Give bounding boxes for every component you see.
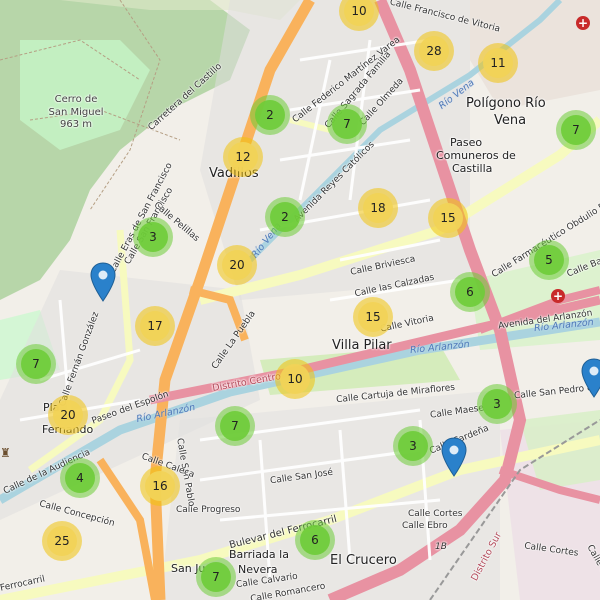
cluster-count: 5	[534, 245, 564, 275]
cluster-count: 2	[270, 202, 300, 232]
peak-elevation: 963 m	[59, 119, 92, 130]
marker-cluster[interactable]: 25	[42, 521, 82, 561]
location-pin[interactable]	[581, 358, 600, 398]
place-label: El Crucero	[330, 553, 397, 568]
cluster-count: 20	[53, 400, 83, 430]
cluster-count: 18	[363, 193, 393, 223]
cluster-count: 3	[482, 389, 512, 419]
marker-cluster[interactable]: 6	[450, 272, 490, 312]
place-label: Villa Pilar	[332, 338, 392, 353]
marker-cluster[interactable]: 18	[358, 188, 398, 228]
marker-cluster[interactable]: 7	[215, 406, 255, 446]
marker-cluster[interactable]: 10	[275, 359, 315, 399]
marker-cluster[interactable]: 7	[556, 110, 596, 150]
marker-cluster[interactable]: 2	[250, 95, 290, 135]
cluster-count: 11	[483, 48, 513, 78]
street-label: Calle Ebro	[402, 521, 448, 531]
marker-cluster[interactable]: 16	[140, 466, 180, 506]
marker-cluster[interactable]: 6	[295, 520, 335, 560]
cluster-count: 17	[140, 311, 170, 341]
marker-cluster[interactable]: 28	[414, 31, 454, 71]
cluster-count: 20	[222, 250, 252, 280]
place-label: Paseo	[450, 136, 483, 149]
road-shield: 1B	[435, 542, 447, 552]
marker-cluster[interactable]: 7	[327, 104, 367, 144]
marker-cluster[interactable]: 15	[353, 297, 393, 337]
cluster-count: 7	[561, 115, 591, 145]
cluster-count: 10	[280, 364, 310, 394]
cluster-count: 16	[145, 471, 175, 501]
cluster-count: 15	[358, 302, 388, 332]
cluster-count: 7	[220, 411, 250, 441]
marker-cluster[interactable]: 7	[196, 557, 236, 597]
cluster-count: 7	[21, 349, 51, 379]
marker-cluster[interactable]: 17	[135, 306, 175, 346]
cluster-count: 12	[228, 142, 258, 172]
location-pin[interactable]	[441, 437, 467, 477]
cluster-count: 15	[433, 203, 463, 233]
street-label: Calle Cortes	[408, 509, 463, 519]
marker-cluster[interactable]: 12	[223, 137, 263, 177]
marker-cluster[interactable]: 3	[133, 217, 173, 257]
cluster-count: 4	[65, 463, 95, 493]
cluster-count: 7	[201, 562, 231, 592]
cluster-count: 6	[455, 277, 485, 307]
location-pin[interactable]	[90, 262, 116, 302]
cluster-count: 25	[47, 526, 77, 556]
cluster-count: 10	[344, 0, 374, 26]
peak-name-line2: San Miguel	[48, 106, 104, 118]
cluster-count: 7	[332, 109, 362, 139]
cluster-count: 28	[419, 36, 449, 66]
cluster-count: 3	[398, 431, 428, 461]
castle-icon: ♜	[0, 446, 11, 460]
map-view[interactable]: Vadillos Villa Pilar Polígono Río Vena E…	[0, 0, 600, 600]
marker-cluster[interactable]: 3	[477, 384, 517, 424]
peak-name-line1: Cerro de	[54, 94, 98, 105]
cluster-count: 3	[138, 222, 168, 252]
place-label: Vena	[494, 113, 527, 128]
hospital-cross-icon: +	[551, 289, 565, 303]
cluster-count: 2	[255, 100, 285, 130]
marker-cluster[interactable]: 4	[60, 458, 100, 498]
marker-cluster[interactable]: 20	[48, 395, 88, 435]
peak-label: Cerro de San Miguel 963 m	[41, 94, 111, 132]
marker-cluster[interactable]: 11	[478, 43, 518, 83]
marker-cluster[interactable]: 3	[393, 426, 433, 466]
place-label: Castilla	[452, 162, 493, 175]
cluster-count: 6	[300, 525, 330, 555]
place-label: Polígono Río	[466, 96, 546, 111]
marker-cluster[interactable]: 2	[265, 197, 305, 237]
marker-cluster[interactable]: 15	[428, 198, 468, 238]
place-label: Barriada la	[229, 548, 289, 561]
place-label: Comuneros de	[436, 149, 516, 162]
marker-cluster[interactable]: 20	[217, 245, 257, 285]
hospital-cross-icon: +	[576, 16, 590, 30]
marker-cluster[interactable]: 7	[16, 344, 56, 384]
place-label: Nevera	[238, 563, 278, 576]
marker-cluster[interactable]: 5	[529, 240, 569, 280]
